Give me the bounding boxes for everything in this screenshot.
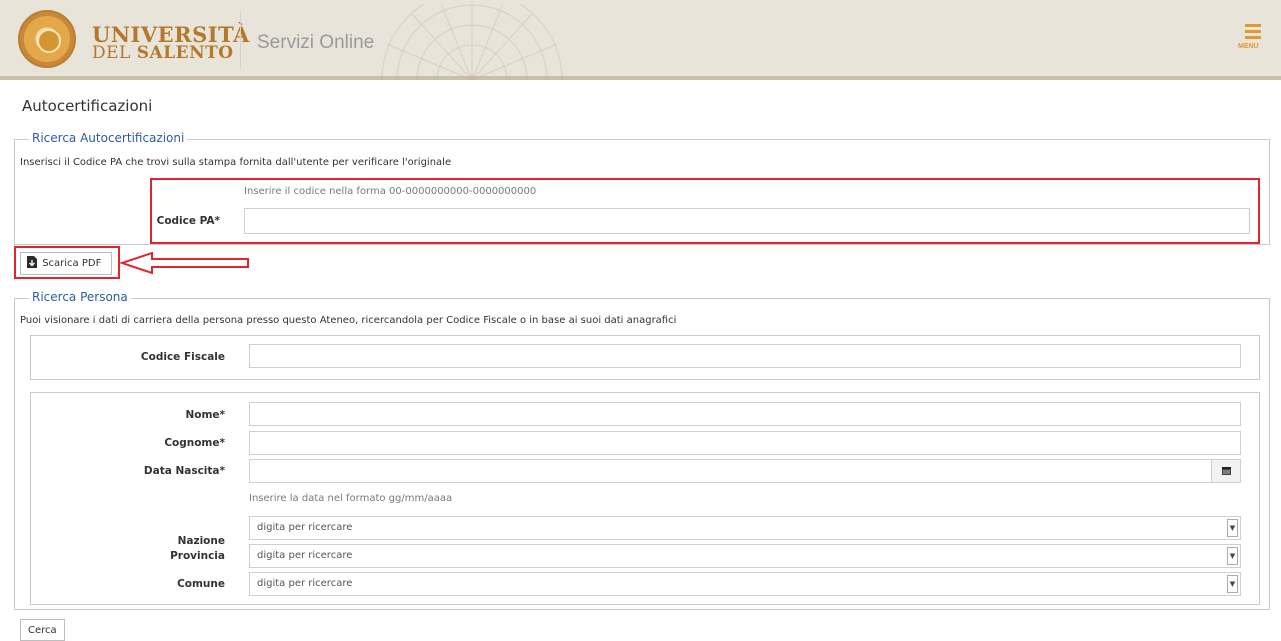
nome-label: Nome* bbox=[185, 409, 225, 421]
arrow-annotation-icon bbox=[120, 251, 249, 275]
ricerca-persona-legend: Ricerca Persona bbox=[29, 290, 131, 304]
comune-value: digita per ricercare bbox=[257, 578, 353, 589]
hamburger-icon-bar bbox=[1245, 36, 1261, 39]
codice-pa-label: Codice PA* bbox=[156, 215, 220, 227]
codice-fiscale-input[interactable] bbox=[249, 344, 1241, 368]
logo-text-bold: SALENTO bbox=[136, 43, 234, 63]
logo-text-line2[interactable]: DEL SALENTO bbox=[92, 43, 234, 63]
hamburger-icon bbox=[1245, 24, 1261, 27]
data-nascita-label: Data Nascita* bbox=[143, 465, 225, 477]
nome-input[interactable] bbox=[249, 402, 1241, 426]
ricerca-autocertificazioni-legend: Ricerca Autocertificazioni bbox=[29, 131, 188, 145]
nazione-select[interactable]: digita per ricercare ▼ bbox=[249, 516, 1241, 540]
menu-button[interactable]: MENU bbox=[1238, 24, 1268, 60]
university-seal-logo[interactable] bbox=[18, 10, 76, 68]
site-header: UNIVERSITÀ DEL SALENTO Servizi Online ME… bbox=[0, 0, 1281, 80]
comune-label: Comune bbox=[177, 578, 225, 590]
cognome-input[interactable] bbox=[249, 431, 1241, 455]
chevron-down-icon[interactable]: ▼ bbox=[1227, 575, 1238, 593]
nazione-label: Nazione bbox=[177, 535, 225, 547]
data-nascita-format-hint: Inserire la data nel formato gg/mm/aaaa bbox=[249, 493, 453, 504]
menu-label: MENU bbox=[1238, 43, 1259, 50]
codice-pa-format-hint: Inserire il codice nella forma 00-000000… bbox=[244, 186, 537, 197]
calendar-icon bbox=[1222, 467, 1231, 475]
nazione-value: digita per ricercare bbox=[257, 522, 353, 533]
provincia-select[interactable]: digita per ricercare ▼ bbox=[249, 544, 1241, 568]
provincia-value: digita per ricercare bbox=[257, 550, 353, 561]
header-divider bbox=[240, 12, 241, 68]
codice-pa-input[interactable] bbox=[244, 208, 1250, 234]
pdf-download-icon bbox=[27, 256, 37, 268]
scarica-pdf-label: Scarica PDF bbox=[42, 258, 102, 269]
hamburger-icon-bar bbox=[1245, 30, 1261, 33]
codice-fiscale-label: Codice Fiscale bbox=[140, 351, 225, 363]
data-nascita-input[interactable] bbox=[249, 459, 1212, 483]
scarica-pdf-button[interactable]: Scarica PDF bbox=[20, 252, 112, 275]
decorative-pattern bbox=[381, 4, 563, 80]
chevron-down-icon[interactable]: ▼ bbox=[1227, 519, 1238, 537]
ricerca-autocertificazioni-hint: Inserisci il Codice PA che trovi sulla s… bbox=[20, 157, 452, 168]
provincia-label: Provincia bbox=[170, 550, 225, 562]
cognome-label: Cognome* bbox=[164, 437, 225, 449]
site-title: Servizi Online bbox=[257, 32, 375, 53]
chevron-down-icon[interactable]: ▼ bbox=[1227, 547, 1238, 565]
page-title: Autocertificazioni bbox=[22, 97, 153, 115]
comune-select[interactable]: digita per ricercare ▼ bbox=[249, 572, 1241, 596]
calendar-button[interactable] bbox=[1211, 459, 1241, 483]
ricerca-persona-hint: Puoi visionare i dati di carriera della … bbox=[20, 315, 677, 326]
logo-text-prefix: DEL bbox=[92, 43, 137, 63]
